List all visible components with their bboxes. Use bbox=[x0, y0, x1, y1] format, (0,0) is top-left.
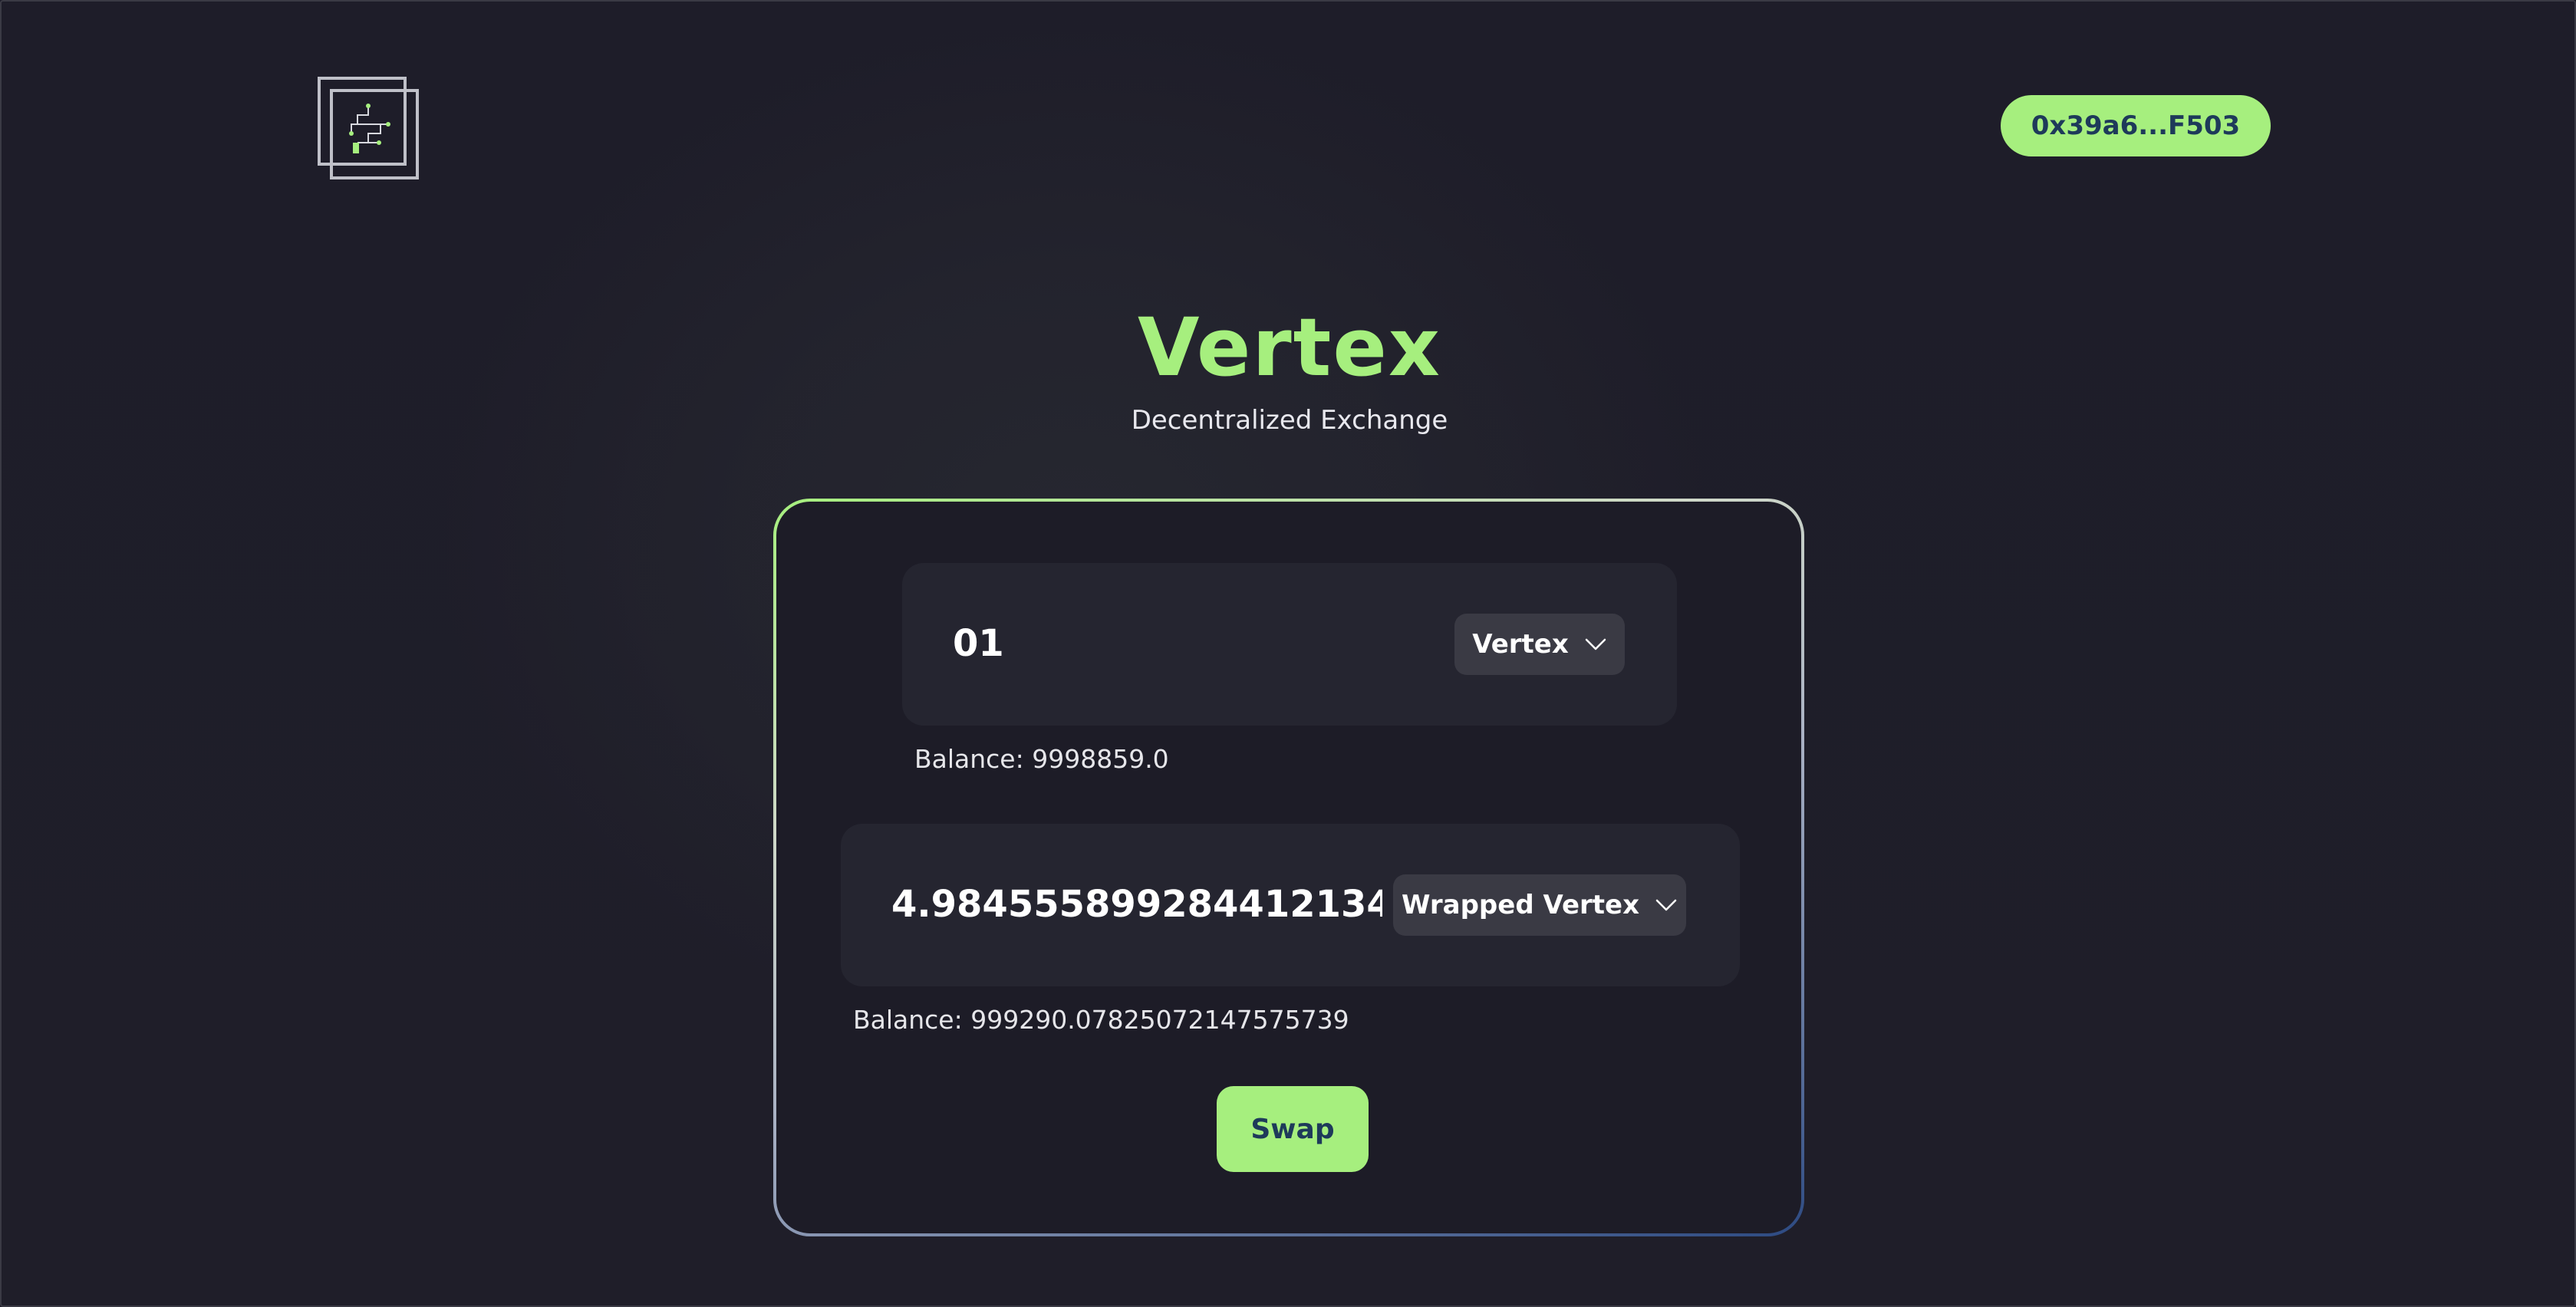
to-amount-input[interactable] bbox=[891, 877, 1382, 931]
from-amount-input[interactable] bbox=[953, 617, 1413, 670]
from-token-panel: Vertex bbox=[902, 563, 1677, 726]
page-subtitle: Decentralized Exchange bbox=[1131, 405, 1448, 436]
swap-card-body: Vertex Balance: 9998859.0 Wrapped Vertex… bbox=[776, 502, 1801, 1233]
from-token-select[interactable]: Vertex bbox=[1454, 614, 1625, 675]
page-title: Vertex bbox=[1138, 301, 1441, 394]
chevron-down-icon bbox=[1584, 637, 1607, 652]
circuit-logo-icon[interactable] bbox=[318, 77, 419, 179]
wallet-address-button[interactable]: 0x39a6...F503 bbox=[2001, 95, 2271, 156]
chevron-down-icon bbox=[1655, 897, 1678, 913]
to-balance: Balance: 999290.07825072147575739 bbox=[853, 1005, 1349, 1035]
from-balance: Balance: 9998859.0 bbox=[914, 744, 1169, 774]
to-token-label: Wrapped Vertex bbox=[1401, 890, 1640, 920]
to-token-select[interactable]: Wrapped Vertex bbox=[1393, 874, 1686, 936]
to-token-panel: Wrapped Vertex bbox=[841, 824, 1740, 986]
swap-card: Vertex Balance: 9998859.0 Wrapped Vertex… bbox=[773, 499, 1804, 1236]
swap-button[interactable]: Swap bbox=[1217, 1086, 1369, 1172]
from-token-label: Vertex bbox=[1472, 629, 1569, 660]
app-page: 0x39a6...F503 Vertex Decentralized Excha… bbox=[0, 0, 2576, 1307]
